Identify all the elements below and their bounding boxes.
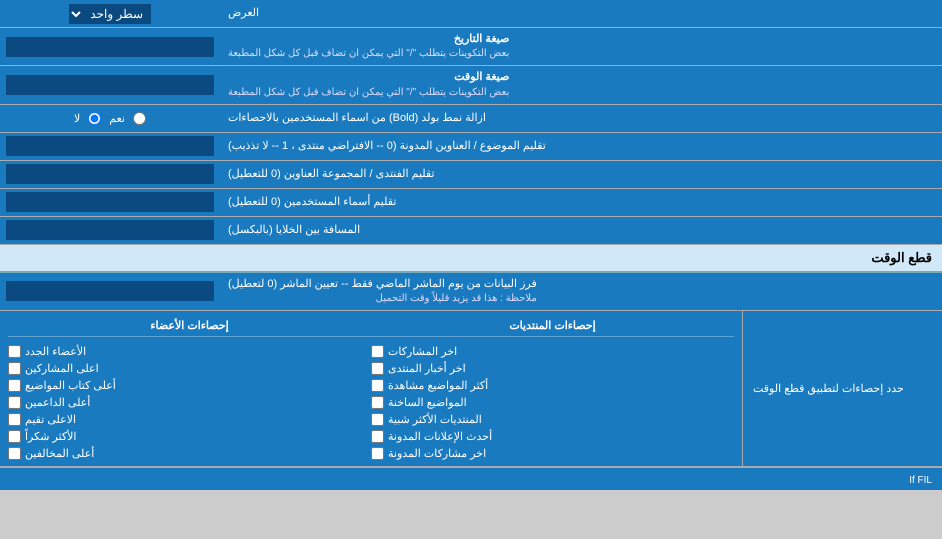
forum-stat-4-checkbox[interactable]	[371, 396, 384, 409]
member-stats-col: إحصاءات الأعضاء الأعضاء الجدد اعلى المشا…	[8, 317, 371, 460]
forum-stat-5-label: المنتديات الأكثر شبية	[388, 413, 482, 426]
cutoff-days-input-cell: 0	[0, 273, 220, 310]
forum-stat-2-label: اخر أخبار المنتدى	[388, 362, 466, 375]
bold-label: ازالة نمط بولد (Bold) من اسماء المستخدمي…	[220, 105, 942, 132]
forum-trim-input[interactable]: 33	[6, 164, 214, 184]
list-item: الأعضاء الجدد	[8, 345, 371, 358]
bold-radio-cell: نعم لا	[0, 105, 220, 132]
forum-stat-1-checkbox[interactable]	[371, 345, 384, 358]
footer-note: If FIL	[0, 467, 942, 490]
forum-trim-text: تقليم الفنتدى / المجموعة العناوين (0 للت…	[228, 167, 435, 182]
username-trim-text: تقليم أسماء المستخدمين (0 للتعطيل)	[228, 195, 396, 210]
forum-stat-2-checkbox[interactable]	[371, 362, 384, 375]
cutoff-section-header: قطع الوقت	[0, 245, 942, 273]
member-stat-5-checkbox[interactable]	[8, 413, 21, 426]
list-item: الاعلى تقيم	[8, 413, 371, 426]
member-stat-4-label: أعلى الداعمين	[25, 396, 90, 409]
date-format-input[interactable]: d-m	[6, 37, 214, 57]
list-item: أعلى المخالفين	[8, 447, 371, 460]
time-format-note: بعض التكوينات يتطلب "/" التي يمكن ان تضا…	[228, 86, 509, 100]
list-item: الأكثر شكراً	[8, 430, 371, 443]
member-stat-7-checkbox[interactable]	[8, 447, 21, 460]
member-stat-1-label: الأعضاء الجدد	[25, 345, 86, 358]
forum-stat-6-checkbox[interactable]	[371, 430, 384, 443]
bold-no-label: لا	[74, 112, 80, 125]
list-item: اخر مشاركات المدونة	[371, 447, 734, 460]
display-input-cell: سطر واحد سطرين ثلاثة أسطر	[0, 0, 220, 27]
topic-trim-input-cell: 33	[0, 133, 220, 160]
forum-trim-input-cell: 33	[0, 161, 220, 188]
stats-section: حدد إحصاءات لتطبيق قطع الوقت إحصاءات الم…	[0, 311, 942, 467]
member-stat-3-checkbox[interactable]	[8, 379, 21, 392]
username-trim-input-cell: 0	[0, 189, 220, 216]
bold-no-radio[interactable]	[88, 112, 101, 125]
list-item: أعلى الداعمين	[8, 396, 371, 409]
forum-stats-col: إحصاءات المنتديات اخر المشاركات اخر أخبا…	[371, 317, 734, 460]
forum-stat-5-checkbox[interactable]	[371, 413, 384, 426]
forum-stat-6-label: أحدث الإعلانات المدونة	[388, 430, 492, 443]
list-item: اخر أخبار المنتدى	[371, 362, 734, 375]
username-trim-label: تقليم أسماء المستخدمين (0 للتعطيل)	[220, 189, 942, 216]
topic-trim-text: تقليم الموضوع / العناوين المدونة (0 -- ا…	[228, 139, 546, 154]
list-item: المواضيع الساخنة	[371, 396, 734, 409]
member-stat-3-label: أعلى كتاب المواضيع	[25, 379, 116, 392]
list-item: أكثر المواضيع مشاهدة	[371, 379, 734, 392]
member-stat-6-label: الأكثر شكراً	[25, 430, 76, 443]
date-format-note: بعض التكوينات يتطلب "/" التي يمكن ان تضا…	[228, 47, 509, 61]
member-stat-5-label: الاعلى تقيم	[25, 413, 76, 426]
stats-section-label-text: حدد إحصاءات لتطبيق قطع الوقت	[753, 382, 904, 395]
list-item: المنتديات الأكثر شبية	[371, 413, 734, 426]
display-title-text: العرض	[228, 6, 259, 21]
bold-title: ازالة نمط بولد (Bold) من اسماء المستخدمي…	[228, 111, 486, 126]
cutoff-days-note: ملاحظة : هذا قد يزيد قليلاً وقت التحميل	[228, 292, 537, 306]
date-format-title: صيغة التاريخ	[228, 32, 509, 47]
list-item: اخر المشاركات	[371, 345, 734, 358]
topic-trim-input[interactable]: 33	[6, 136, 214, 156]
forum-stat-1-label: اخر المشاركات	[388, 345, 457, 358]
date-format-input-cell: d-m	[0, 28, 220, 65]
member-stats-header: إحصاءات الأعضاء	[8, 317, 371, 337]
forum-stat-7-checkbox[interactable]	[371, 447, 384, 460]
bold-yes-radio[interactable]	[133, 112, 146, 125]
member-stat-1-checkbox[interactable]	[8, 345, 21, 358]
stats-section-label: حدد إحصاءات لتطبيق قطع الوقت	[742, 311, 942, 466]
cells-gap-input[interactable]: 2	[6, 220, 214, 240]
bold-yes-label: نعم	[109, 112, 125, 125]
display-label: العرض	[220, 0, 942, 27]
date-format-label: صيغة التاريخ بعض التكوينات يتطلب "/" الت…	[220, 28, 942, 65]
forum-stat-3-checkbox[interactable]	[371, 379, 384, 392]
forum-trim-label: تقليم الفنتدى / المجموعة العناوين (0 للت…	[220, 161, 942, 188]
cutoff-days-title: فرز البيانات من يوم الماشر الماضي فقط --…	[228, 277, 537, 292]
forum-stat-7-label: اخر مشاركات المدونة	[388, 447, 486, 460]
member-stat-2-label: اعلى المشاركين	[25, 362, 99, 375]
forum-stat-3-label: أكثر المواضيع مشاهدة	[388, 379, 488, 392]
member-stat-6-checkbox[interactable]	[8, 430, 21, 443]
member-stat-4-checkbox[interactable]	[8, 396, 21, 409]
cells-gap-input-cell: 2	[0, 217, 220, 244]
time-format-input-cell: H:i	[0, 66, 220, 103]
cutoff-days-label: فرز البيانات من يوم الماشر الماضي فقط --…	[220, 273, 942, 310]
topic-trim-label: تقليم الموضوع / العناوين المدونة (0 -- ا…	[220, 133, 942, 160]
list-item: اعلى المشاركين	[8, 362, 371, 375]
list-item: أعلى كتاب المواضيع	[8, 379, 371, 392]
time-format-input[interactable]: H:i	[6, 75, 214, 95]
stats-checkboxes-grid: إحصاءات المنتديات اخر المشاركات اخر أخبا…	[0, 311, 742, 466]
cells-gap-label: المسافة بين الخلايا (بالبكسل)	[220, 217, 942, 244]
list-item: أحدث الإعلانات المدونة	[371, 430, 734, 443]
cutoff-days-input[interactable]: 0	[6, 281, 214, 301]
member-stat-2-checkbox[interactable]	[8, 362, 21, 375]
username-trim-input[interactable]: 0	[6, 192, 214, 212]
forum-stats-header: إحصاءات المنتديات	[371, 317, 734, 337]
cutoff-title: قطع الوقت	[871, 250, 932, 265]
time-format-label: صيغة الوقت بعض التكوينات يتطلب "/" التي …	[220, 66, 942, 103]
display-select[interactable]: سطر واحد سطرين ثلاثة أسطر	[69, 4, 151, 24]
member-stat-7-label: أعلى المخالفين	[25, 447, 94, 460]
footer-note-text: If FIL	[909, 475, 932, 486]
time-format-title: صيغة الوقت	[228, 70, 509, 85]
forum-stat-4-label: المواضيع الساخنة	[388, 396, 467, 409]
cells-gap-text: المسافة بين الخلايا (بالبكسل)	[228, 223, 360, 238]
